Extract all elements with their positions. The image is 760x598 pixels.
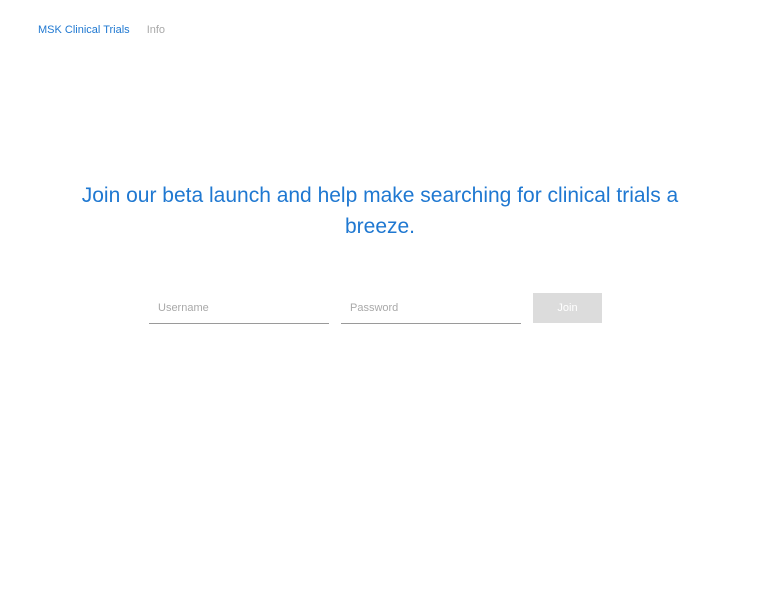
username-input[interactable] <box>149 293 329 324</box>
info-link[interactable]: Info <box>147 24 165 37</box>
top-nav: MSK Clinical Trials Info <box>38 24 165 37</box>
join-button[interactable]: Join <box>533 293 602 323</box>
hero-headline: Join our beta launch and help make searc… <box>81 184 679 238</box>
signup-form: Join <box>149 293 602 324</box>
brand-link[interactable]: MSK Clinical Trials <box>38 24 130 37</box>
page: MSK Clinical Trials Info Join our beta l… <box>0 0 760 598</box>
password-input[interactable] <box>341 293 521 324</box>
